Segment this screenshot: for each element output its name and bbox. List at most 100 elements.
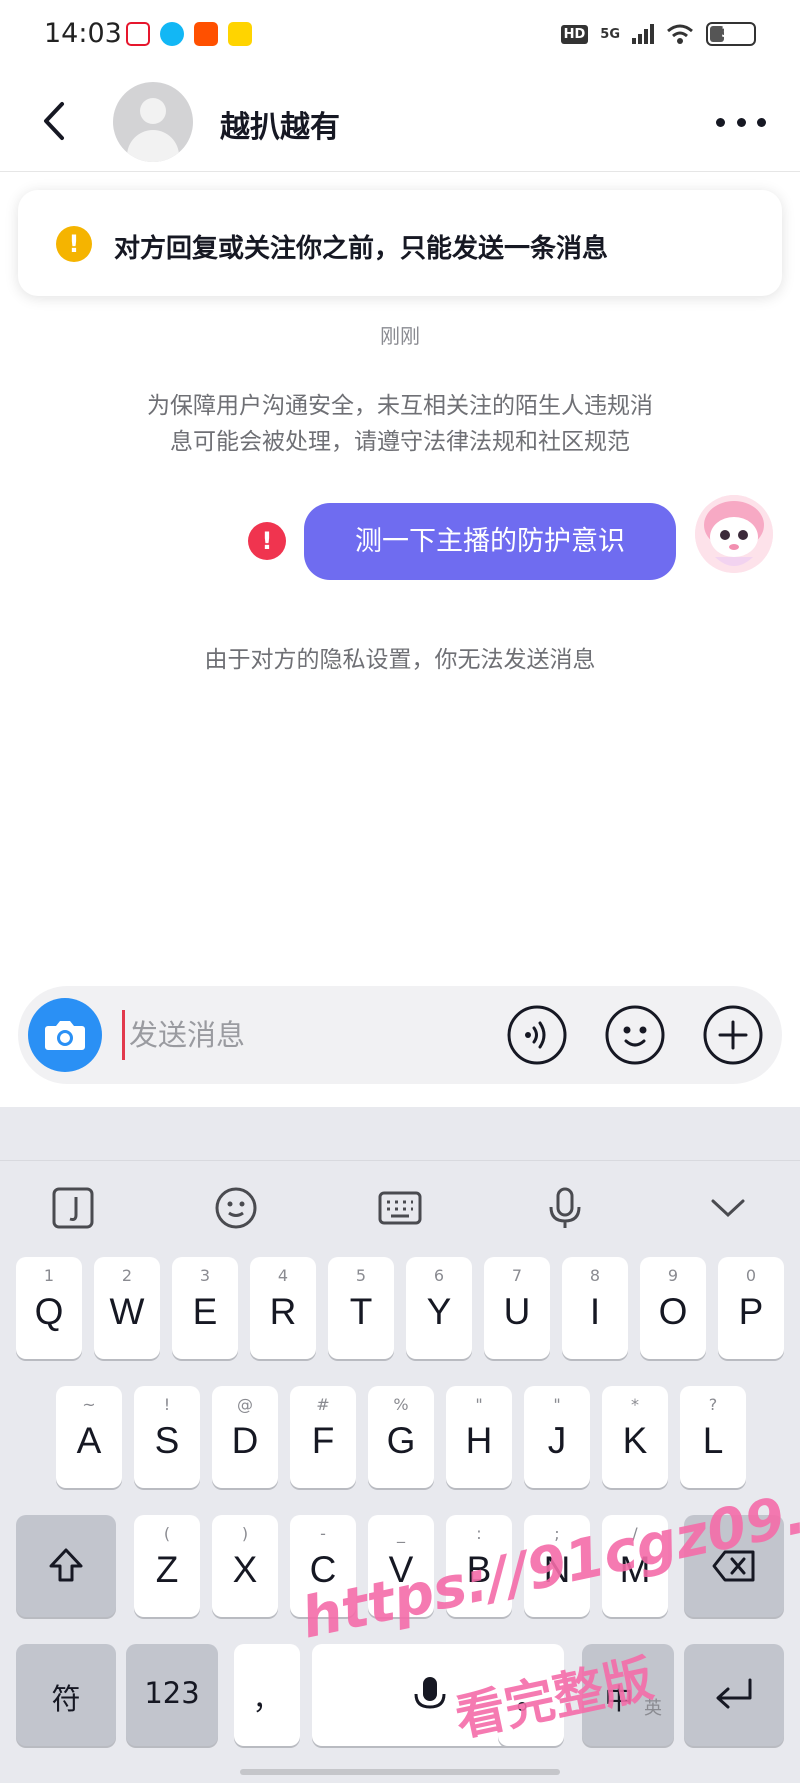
key-label: O xyxy=(658,1291,688,1332)
safety-notice-line: 为保障用户沟通安全，未互相关注的陌生人违规消 xyxy=(147,393,653,419)
key-hint: ? xyxy=(708,1395,718,1414)
key-hint: 3 xyxy=(199,1266,211,1285)
keyboard-collapse-button[interactable] xyxy=(703,1183,753,1233)
keyboard-emoji-button[interactable] xyxy=(211,1183,261,1233)
camera-icon xyxy=(45,1021,85,1050)
key-label: A xyxy=(76,1420,102,1461)
keyboard-layout-button[interactable] xyxy=(375,1183,425,1233)
send-failed-icon[interactable]: ! xyxy=(248,522,286,560)
microphone-icon xyxy=(549,1187,581,1228)
back-button[interactable] xyxy=(34,96,74,146)
status-bar: 14:03 HD 5G 33 xyxy=(0,0,800,74)
key-label: E xyxy=(192,1291,218,1332)
key-label: J xyxy=(547,1420,567,1461)
key-d[interactable]: @ D xyxy=(212,1386,278,1488)
key-e[interactable]: 3E xyxy=(172,1257,238,1359)
key-hint: 6 xyxy=(433,1266,445,1285)
privacy-notice: 由于对方的隐私设置，你无法发送消息 xyxy=(204,647,596,673)
key-hint: 5 xyxy=(355,1266,367,1285)
chevron-down-icon xyxy=(711,1199,745,1218)
key-z[interactable]: (Z xyxy=(134,1515,200,1617)
key-hint: 4 xyxy=(277,1266,289,1285)
enter-arrow-icon xyxy=(716,1678,752,1709)
key-label: X xyxy=(232,1549,258,1590)
safety-notice-line: 息可能会被处理，请遵守法律法规和社区规范 xyxy=(170,429,630,455)
chat-header: 越扒越有 xyxy=(0,74,800,172)
smiley-icon xyxy=(605,1005,665,1065)
home-indicator[interactable] xyxy=(240,1769,560,1775)
key-w[interactable]: 2W xyxy=(94,1257,160,1359)
key-hint: " xyxy=(475,1395,483,1414)
contact-avatar[interactable] xyxy=(113,82,193,162)
key-o[interactable]: 9O xyxy=(640,1257,706,1359)
key-label: H xyxy=(465,1420,493,1461)
key-hint: 9 xyxy=(667,1266,679,1285)
key-j[interactable]: " J xyxy=(524,1386,590,1488)
key-label: Z xyxy=(155,1549,179,1590)
comma-key[interactable]: ， xyxy=(234,1644,300,1746)
key-label: R xyxy=(269,1291,297,1332)
keyboard-voice-button[interactable] xyxy=(540,1183,590,1233)
key-label: D xyxy=(231,1420,259,1461)
wifi-icon xyxy=(667,24,693,44)
message-input[interactable] xyxy=(122,1010,502,1060)
key-k[interactable]: * K xyxy=(602,1386,668,1488)
contact-name[interactable]: 越扒越有 xyxy=(220,102,340,146)
symbols-key[interactable]: 符 xyxy=(16,1644,116,1746)
key-hint: % xyxy=(393,1395,409,1414)
key-g[interactable]: % G xyxy=(368,1386,434,1488)
key-q[interactable]: 1Q xyxy=(16,1257,82,1359)
key-a[interactable]: ~ A xyxy=(56,1386,122,1488)
key-label: T xyxy=(349,1291,373,1332)
app-notification-icon xyxy=(228,22,252,46)
taobao-icon xyxy=(194,22,218,46)
key-i[interactable]: 8I xyxy=(562,1257,628,1359)
key-y[interactable]: 6Y xyxy=(406,1257,472,1359)
notice-text: 对方回复或关注你之前，只能发送一条消息 xyxy=(114,234,609,264)
key-hint: ~ xyxy=(82,1395,96,1414)
key-hint: ! xyxy=(163,1395,171,1414)
key-label: G xyxy=(386,1420,416,1461)
voice-message-button[interactable] xyxy=(506,1004,568,1066)
keyboard-clipboard-button[interactable] xyxy=(48,1183,98,1233)
message-limit-notice: ! 对方回复或关注你之前，只能发送一条消息 xyxy=(18,190,782,296)
more-dot xyxy=(716,117,725,127)
safety-notice: 为保障用户沟通安全，未互相关注的陌生人违规消 息可能会被处理，请遵守法律法规和社… xyxy=(100,388,700,460)
key-t[interactable]: 5T xyxy=(328,1257,394,1359)
notification-icons xyxy=(126,22,252,46)
key-p[interactable]: 0P xyxy=(718,1257,784,1359)
shift-arrow-icon xyxy=(49,1548,83,1582)
my-avatar[interactable] xyxy=(695,495,773,573)
weibo-icon xyxy=(126,22,150,46)
key-hint: 7 xyxy=(511,1266,523,1285)
numbers-key[interactable]: 123 xyxy=(126,1644,218,1746)
key-label: W xyxy=(109,1291,145,1332)
voice-wave-icon xyxy=(507,1005,567,1065)
key-f[interactable]: # F xyxy=(290,1386,356,1488)
key-label: K xyxy=(622,1420,648,1461)
status-indicators: HD 5G 33 xyxy=(560,22,756,46)
more-options-button[interactable] xyxy=(716,112,766,132)
battery-level: 33 xyxy=(721,25,741,41)
warning-icon: ! xyxy=(56,226,92,262)
key-h[interactable]: " H xyxy=(446,1386,512,1488)
camera-button[interactable] xyxy=(28,998,102,1072)
key-l[interactable]: ? L xyxy=(680,1386,746,1488)
message-timestamp: 刚刚 xyxy=(380,324,420,348)
key-s[interactable]: ! S xyxy=(134,1386,200,1488)
keyboard-toolbar xyxy=(0,1161,800,1257)
key-u[interactable]: 7U xyxy=(484,1257,550,1359)
key-r[interactable]: 4R xyxy=(250,1257,316,1359)
keyboard-icon xyxy=(378,1191,422,1225)
microphone-icon xyxy=(414,1677,446,1709)
key-x[interactable]: ) X xyxy=(212,1515,278,1617)
key-hint: ) xyxy=(241,1524,249,1543)
emoji-button[interactable] xyxy=(604,1004,666,1066)
avatar-placeholder-icon xyxy=(140,98,166,124)
more-actions-button[interactable] xyxy=(702,1004,764,1066)
shift-key[interactable] xyxy=(16,1515,116,1617)
enter-key[interactable] xyxy=(684,1644,784,1746)
sent-message-bubble[interactable]: 测一下主播的防护意识 xyxy=(304,503,676,580)
key-label: 123 xyxy=(144,1676,200,1710)
key-label: U xyxy=(503,1291,531,1332)
